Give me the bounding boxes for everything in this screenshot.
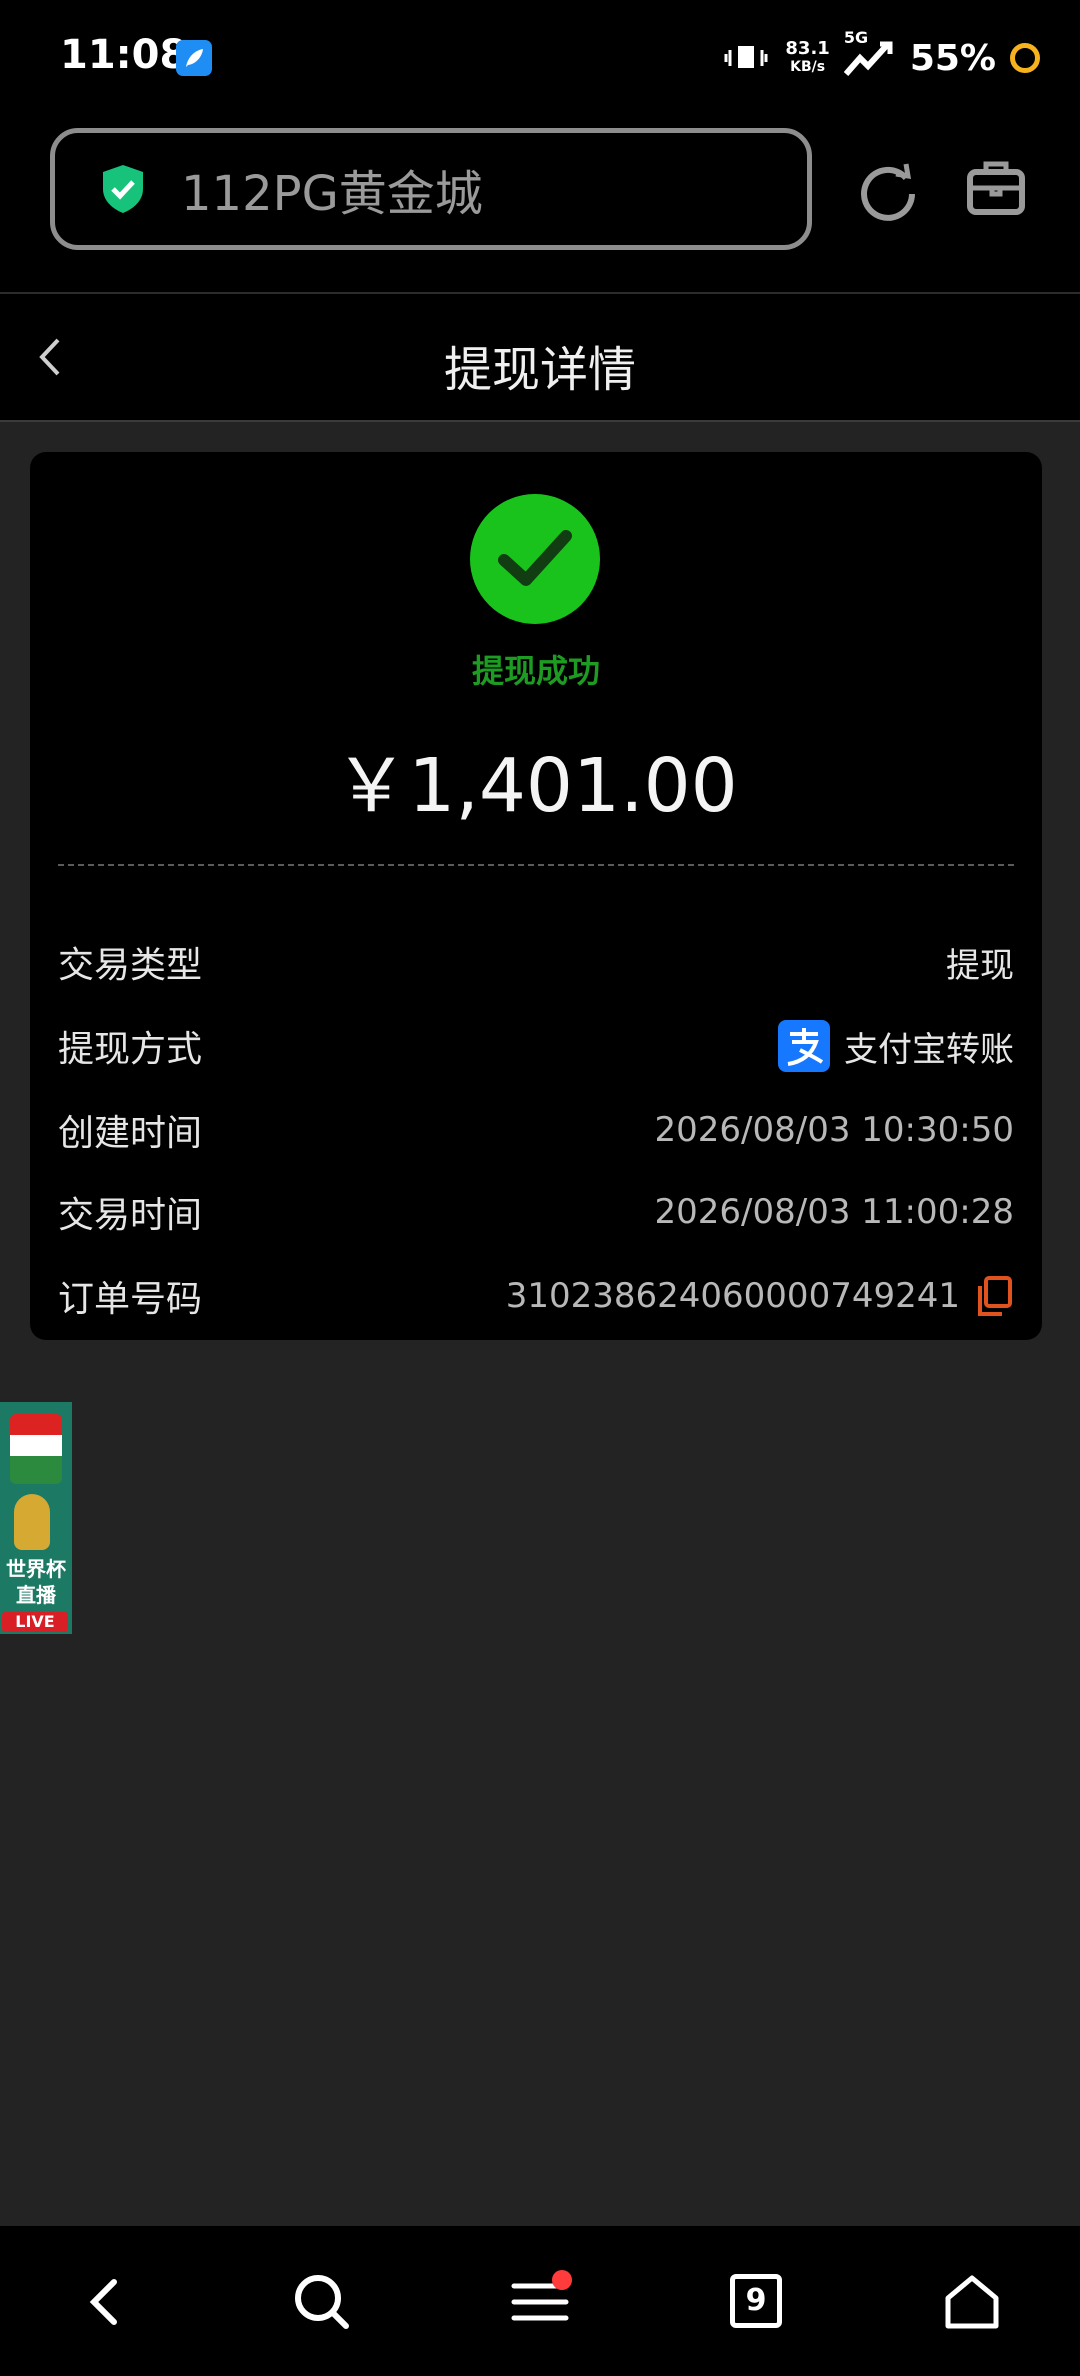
row-value-wrap: 31023862406000074924​1 [506,1274,1014,1318]
back-icon[interactable] [74,2270,138,2334]
alipay-icon [778,1020,830,1072]
world-cup-live-banner[interactable]: 世界杯 直播 LIVE [0,1402,72,1634]
home-icon[interactable] [940,2270,1004,2334]
row-label: 交易类型 [58,945,203,986]
trophy-icon [14,1494,50,1550]
search-icon[interactable] [290,2270,354,2334]
detail-row-order-no: 订单号码 31023862406000074924​1 [58,1266,1014,1326]
page-header: 提现详情 [0,294,1080,422]
row-label: 订单号码 [58,1279,203,1320]
battery-icon [1010,43,1040,73]
detail-row-trade-time: 交易时间 2026/08/03 11:00:28 [58,1182,1014,1242]
tabs-icon[interactable]: 9 [730,2274,782,2328]
live-tag: LIVE [2,1612,68,1632]
promo-text: 世界杯 直播 [0,1556,72,1608]
row-value: 提现 [946,945,1014,986]
shield-check-icon [103,165,143,213]
promo-line1: 世界杯 [6,1557,66,1581]
row-label: 提现方式 [58,1029,203,1070]
menu-notification-dot [552,2270,572,2290]
signal-icon: 5G [843,28,896,82]
promo-line2: 直播 [16,1583,56,1607]
withdrawal-amount: ￥1,401.00 [334,743,738,829]
status-time: 11:08 [60,32,188,78]
withdrawal-status: 提现成功 [471,652,600,690]
page-title: 提现详情 [443,342,636,398]
feather-app-icon [176,40,212,76]
withdrawal-detail-card: 提现成功 ￥1,401.00 交易类型 提现 提现方式 支付宝转账 创建时间 2… [30,452,1042,1340]
status-bar: 11:08 83.1 KB/s 5G 55% [0,0,1080,118]
flag-graphic [10,1414,62,1484]
row-label: 创建时间 [58,1113,203,1154]
order-number: 31023862406000074924​1 [505,1276,960,1316]
vibrate-alarm-icon [724,46,768,68]
bottom-nav: 9 [0,2226,1080,2376]
browser-bar: 112PG黄金城 [0,118,1080,294]
net-speed: 83.1 KB/s [785,40,829,76]
address-bar[interactable]: 112PG黄金城 [50,128,812,250]
copy-icon[interactable] [974,1274,1014,1318]
refresh-icon[interactable] [856,160,920,224]
row-value: 支付宝转账 [844,1029,1014,1070]
row-value: 2026/08/03 11:00:28 [654,1192,1014,1232]
row-value: 2026/08/03 10:30:50 [654,1110,1014,1150]
detail-row-type: 交易类型 提现 [58,932,1014,992]
network-type: 5G [843,28,869,47]
toolbox-icon[interactable] [964,156,1028,220]
row-label: 交易时间 [58,1195,203,1236]
success-check-icon [470,494,600,624]
net-speed-unit: KB/s [790,59,826,75]
url-title: 112PG黄金城 [181,166,483,222]
divider [58,864,1014,866]
status-icons: 83.1 KB/s 5G 55% [721,28,1040,88]
battery-percent: 55% [909,37,996,79]
row-value-wrap: 支付宝转账 [778,1020,1014,1072]
detail-row-created: 创建时间 2026/08/03 10:30:50 [58,1100,1014,1160]
detail-row-method: 提现方式 支付宝转账 [58,1016,1014,1076]
net-speed-value: 83.1 [785,38,830,59]
